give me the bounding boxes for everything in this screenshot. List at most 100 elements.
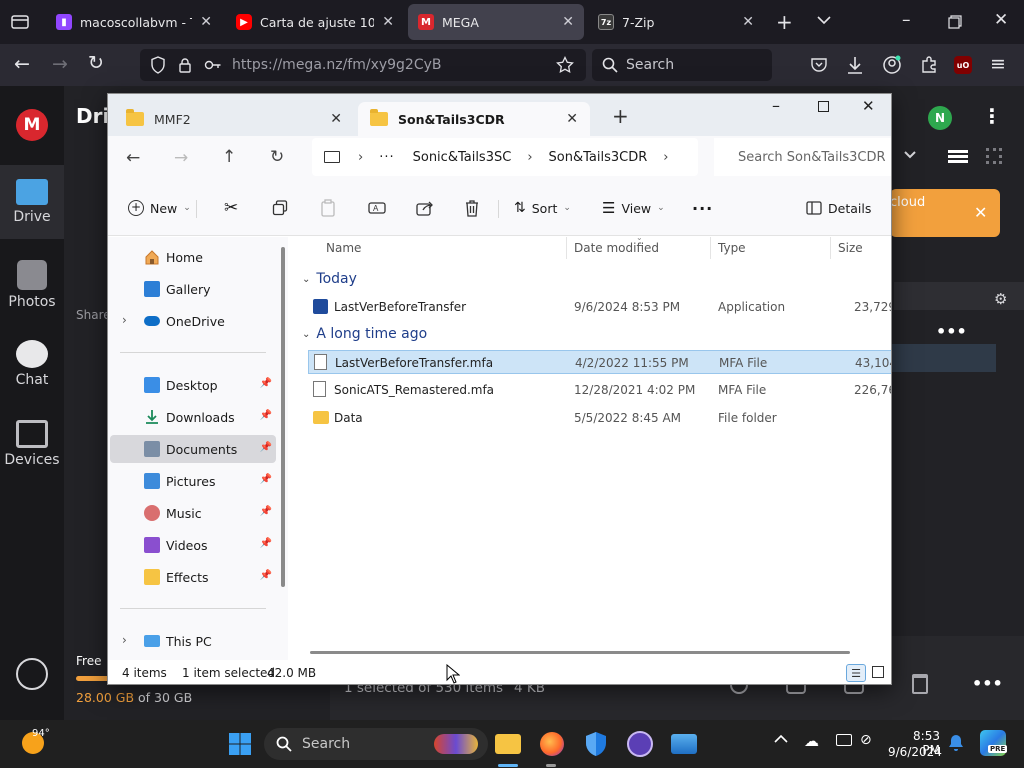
column-divider[interactable] bbox=[710, 237, 711, 259]
sidebar-item-effects[interactable]: Effects 📌 bbox=[110, 563, 276, 591]
browser-tab-7zip[interactable]: 7z 7-Zip ✕ bbox=[588, 4, 764, 40]
lock-icon[interactable] bbox=[178, 57, 192, 73]
refresh-icon[interactable]: ↻ bbox=[270, 147, 284, 167]
minimize-icon[interactable]: – bbox=[902, 12, 911, 29]
horizontal-scrollbar[interactable] bbox=[310, 651, 850, 654]
cut-icon[interactable]: ✂ bbox=[224, 194, 238, 222]
app-taskbar-icon[interactable] bbox=[624, 728, 656, 760]
restore-icon[interactable] bbox=[948, 15, 962, 29]
column-divider[interactable] bbox=[830, 237, 831, 259]
back-arrow-icon[interactable]: ← bbox=[14, 55, 30, 74]
browser-tab-mega[interactable]: M MEGA ✕ bbox=[408, 4, 584, 40]
file-row[interactable]: SonicATS_Remastered.mfa 12/28/2021 4:02 … bbox=[308, 378, 891, 402]
close-icon[interactable]: ✕ bbox=[200, 14, 212, 30]
sidebar-item-music[interactable]: Music 📌 bbox=[110, 499, 276, 527]
up-arrow-icon[interactable]: ↑ bbox=[222, 147, 236, 167]
column-header-size[interactable]: Size bbox=[838, 241, 863, 255]
close-icon[interactable]: ✕ bbox=[330, 111, 342, 127]
photos-taskbar-icon[interactable] bbox=[668, 728, 700, 760]
tab-overflow-chevron-down-icon[interactable] bbox=[816, 14, 832, 26]
share-icon[interactable] bbox=[416, 194, 434, 222]
file-row[interactable]: Data 5/5/2022 8:45 AM File folder bbox=[308, 406, 891, 430]
sidebar-item-this-pc[interactable]: › This PC bbox=[110, 627, 276, 655]
close-icon[interactable]: ✕ bbox=[382, 14, 394, 30]
url-text[interactable]: https://mega.nz/fm/xy9g2CyB bbox=[232, 57, 442, 73]
notification-bell-icon[interactable] bbox=[948, 734, 964, 752]
sidebar-item-downloads[interactable]: Downloads 📌 bbox=[110, 403, 276, 431]
tray-overflow-chevron-up-icon[interactable] bbox=[774, 734, 788, 744]
pocket-icon[interactable] bbox=[810, 56, 828, 74]
forward-arrow-icon[interactable]: → bbox=[174, 148, 188, 168]
new-tab-plus-icon[interactable]: + bbox=[776, 12, 793, 32]
close-icon[interactable]: ✕ bbox=[974, 203, 987, 222]
expand-chevron-icon[interactable]: › bbox=[122, 633, 127, 647]
chevron-down-icon[interactable] bbox=[904, 150, 916, 160]
maximize-icon[interactable] bbox=[818, 101, 829, 112]
close-icon[interactable]: ✕ bbox=[562, 14, 574, 30]
forward-arrow-icon[interactable]: → bbox=[52, 55, 68, 74]
window-close-icon[interactable]: ✕ bbox=[994, 12, 1008, 29]
column-divider[interactable] bbox=[566, 237, 567, 259]
sidebar-item-onedrive[interactable]: › OneDrive bbox=[110, 307, 276, 335]
extensions-puzzle-icon[interactable] bbox=[920, 55, 938, 73]
sidebar-item-documents[interactable]: Documents 📌 bbox=[110, 435, 276, 463]
more-options-icon[interactable]: ••• bbox=[972, 674, 1003, 693]
group-header-long-ago[interactable]: ⌄ A long time ago bbox=[302, 326, 427, 342]
more-options-icon[interactable]: ··· bbox=[692, 194, 713, 222]
ublock-origin-icon[interactable]: uO bbox=[954, 56, 972, 74]
taskbar-search-box[interactable]: Search bbox=[264, 728, 488, 760]
details-button[interactable]: Details bbox=[806, 194, 871, 222]
minimize-icon[interactable]: – bbox=[772, 96, 780, 115]
search-bar[interactable]: Search bbox=[592, 49, 772, 81]
account-icon[interactable] bbox=[882, 55, 902, 75]
address-bar[interactable]: https://mega.nz/fm/xy9g2CyB bbox=[140, 49, 586, 81]
cloud-sync-icon[interactable]: ☁ bbox=[804, 732, 819, 750]
browser-tab-youtube[interactable]: ▶ Carta de ajuste 10 horas ✕ bbox=[226, 4, 404, 40]
column-header-name[interactable]: Name bbox=[326, 241, 361, 255]
sidebar-item-gallery[interactable]: Gallery bbox=[110, 275, 276, 303]
expand-chevron-icon[interactable]: › bbox=[122, 313, 127, 327]
list-view-icon[interactable] bbox=[948, 150, 968, 153]
grid-view-icon[interactable] bbox=[986, 148, 1002, 164]
sort-button[interactable]: ⇅ Sort ⌄ bbox=[514, 194, 571, 222]
view-button[interactable]: ☰ View ⌄ bbox=[602, 194, 665, 222]
column-header-type[interactable]: Type bbox=[718, 241, 746, 255]
downloads-icon[interactable] bbox=[846, 55, 864, 75]
sidebar-item-home[interactable]: Home bbox=[110, 243, 276, 271]
windows-start-icon[interactable] bbox=[224, 728, 256, 760]
mega-nav-chat[interactable]: Chat bbox=[0, 332, 64, 402]
copy-icon[interactable] bbox=[272, 194, 288, 222]
mega-logo[interactable]: M bbox=[16, 109, 48, 141]
mega-selected-row[interactable] bbox=[892, 344, 996, 372]
reload-icon[interactable]: ↻ bbox=[88, 54, 104, 73]
delete-trash-icon[interactable] bbox=[464, 194, 480, 222]
trash-icon[interactable] bbox=[912, 674, 928, 694]
back-arrow-icon[interactable]: ← bbox=[126, 148, 140, 168]
shield-icon[interactable] bbox=[150, 56, 166, 74]
details-view-icon[interactable]: ☰ bbox=[846, 664, 866, 682]
rename-icon[interactable]: A bbox=[368, 194, 386, 222]
mega-nav-photos[interactable]: Photos bbox=[0, 252, 64, 322]
weather-temp[interactable]: 94° bbox=[32, 728, 50, 739]
explorer-search-input[interactable]: Search Son&Tails3CDR bbox=[714, 138, 891, 176]
sidebar-item-desktop[interactable]: Desktop 📌 bbox=[110, 371, 276, 399]
transfers-icon[interactable] bbox=[16, 658, 48, 690]
mega-nav-devices[interactable]: Devices bbox=[0, 412, 64, 482]
copilot-icon[interactable]: PRE bbox=[980, 730, 1008, 756]
hamburger-menu-icon[interactable]: ≡ bbox=[990, 55, 1006, 74]
file-explorer-taskbar-icon[interactable] bbox=[492, 728, 524, 760]
breadcrumb-item[interactable]: Sonic&Tails3SC bbox=[413, 150, 512, 165]
permissions-key-icon[interactable] bbox=[204, 59, 222, 71]
browser-tab-twitch[interactable]: ▮ macoscollabvm - Twitch ✕ bbox=[46, 4, 222, 40]
sidebar-item-videos[interactable]: Videos 📌 bbox=[110, 531, 276, 559]
explorer-tab-mmf2[interactable]: MMF2 ✕ bbox=[114, 102, 354, 136]
settings-gear-icon[interactable]: ⚙ bbox=[994, 290, 1007, 308]
new-button[interactable]: + New ⌄ bbox=[128, 194, 191, 222]
firefox-taskbar-icon[interactable] bbox=[536, 728, 568, 760]
close-icon[interactable]: ✕ bbox=[742, 14, 754, 30]
defender-taskbar-icon[interactable] bbox=[580, 728, 612, 760]
avatar[interactable]: N bbox=[928, 106, 952, 130]
tab-list-icon[interactable] bbox=[10, 12, 30, 32]
thumbnail-view-icon[interactable] bbox=[872, 666, 884, 678]
mega-more-vertical-icon[interactable]: ⋮ bbox=[982, 104, 1002, 128]
